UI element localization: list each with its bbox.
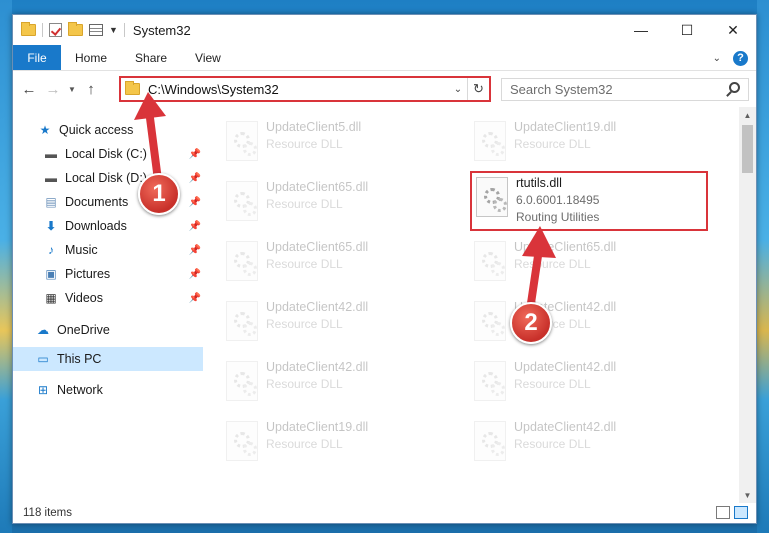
callout-arrows — [134, 92, 556, 314]
callout-arrow-2 — [522, 226, 556, 314]
callout-arrow-1 — [134, 92, 166, 184]
step-badge-1: 1 — [138, 173, 180, 215]
step-badge-2: 2 — [510, 302, 552, 344]
